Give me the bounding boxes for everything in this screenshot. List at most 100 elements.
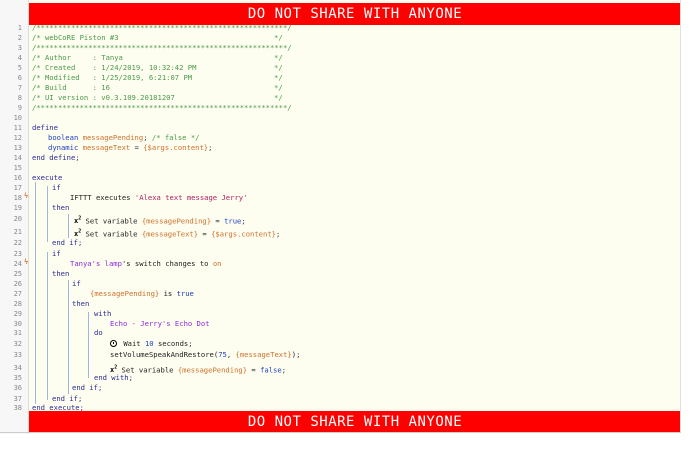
code-text: */ [274, 93, 283, 102]
line-number: 24 [13, 260, 22, 268]
string-literal: 'Alexa text message Jerry' [134, 193, 248, 202]
value-literal: false [260, 365, 282, 375]
line-number: 16 [13, 174, 22, 182]
code-text: */ [274, 33, 283, 42]
line-number: 32 [13, 340, 22, 348]
line-number: 2 [17, 34, 22, 42]
code-text: ; [208, 143, 213, 152]
code-line-1: /***************************************… [32, 23, 292, 32]
code-text: /* webCoRE Piston #3 [32, 33, 119, 42]
end-if-keyword: end if; [52, 238, 83, 247]
code-text: = [247, 365, 261, 375]
do-keyword: do [94, 328, 103, 337]
end-if-keyword: end if; [72, 383, 103, 392]
code-text: , [226, 350, 236, 359]
line-number: 23 [13, 250, 22, 258]
code-text: = [198, 229, 212, 239]
line-number: 21 [13, 228, 22, 236]
line-number: 25 [13, 270, 22, 278]
code-line-6: /* Modified : 1/25/2019, 6:21:07 PM */ [32, 73, 283, 83]
line-number: 7 [17, 84, 22, 92]
variable-name: {messageText} [141, 229, 199, 239]
line-number: 31 [13, 329, 22, 337]
code-text: Wait [119, 339, 145, 348]
line-number: 5 [17, 64, 22, 72]
condition-text: is [159, 289, 177, 298]
piston-viewer: DO NOT SHARE WITH ANYONE DO NOT SHARE WI… [0, 0, 690, 472]
line-number: 20 [13, 215, 22, 223]
code-line-20: x2 Set variable {messagePending} = true; [74, 214, 246, 226]
line-number: 35 [13, 374, 22, 382]
define-keyword: define [32, 123, 58, 132]
code-text: /* UI version : v0.3.109.20181207 [32, 93, 175, 102]
line-number: 6 [17, 74, 22, 82]
code-line-18: IFTTT executes 'Alexa text message Jerry… [70, 193, 247, 203]
then-block-guide [68, 214, 69, 238]
line-number: 1 [17, 24, 22, 32]
line-number: 27 [13, 290, 22, 298]
then-keyword: then [72, 299, 90, 308]
execute-guide [35, 182, 36, 404]
variable-name: {messagePending} [90, 289, 160, 298]
line-number: 18 [13, 194, 22, 202]
variable-name: {messageText} [235, 350, 292, 359]
code-line-21: x2 Set variable {messageText} = {$args.c… [74, 227, 280, 239]
code-text: */ [274, 53, 283, 62]
line-number: 8 [17, 94, 22, 102]
value-literal: on [212, 259, 222, 268]
end-execute-keyword: end execute; [32, 403, 84, 412]
code-text: = [130, 143, 144, 152]
line-number: 4 [17, 54, 22, 62]
trigger-lightning-icon: ϟ [24, 258, 29, 266]
code-text: Set variable [81, 229, 142, 239]
type-keyword: dynamic [48, 143, 79, 152]
comment: /* false */ [151, 133, 200, 142]
warning-banner-bottom: DO NOT SHARE WITH ANYONE [29, 411, 681, 433]
line-number: 36 [13, 384, 22, 392]
execute-keyword: execute [32, 173, 63, 182]
type-keyword: boolean [48, 133, 79, 142]
expression: {$args.content} [211, 229, 276, 239]
code-line-33: setVolumeSpeakAndRestore(75, {messageTex… [110, 350, 300, 360]
line-number: 3 [17, 44, 22, 52]
if-keyword: if [52, 183, 61, 192]
code-line-5: /* Created : 1/24/2019, 10:32:42 PM */ [32, 63, 283, 73]
code-text: */ [274, 73, 283, 82]
device-name: Tanya's lamp [70, 259, 122, 268]
clock-icon [110, 340, 117, 347]
line-number: 29 [13, 310, 22, 318]
expression: {$args.content} [143, 143, 209, 152]
line-number: 10 [13, 114, 22, 122]
code-text: */ [274, 63, 283, 72]
code-line-3: /***************************************… [32, 43, 292, 52]
code-line-34: x2 Set variable {messagePending} = false… [110, 363, 286, 375]
if-block-guide [68, 280, 69, 394]
code-text: ; [241, 216, 246, 226]
code-line-4: /* Author : Tanya */ [32, 53, 283, 63]
line-number: 33 [13, 351, 22, 359]
line-number: 34 [13, 364, 22, 372]
value-literal: true [176, 289, 194, 298]
code-text: /* Build : 16 [32, 83, 110, 92]
code-line-8: /* UI version : v0.3.109.20181207 */ [32, 93, 283, 103]
line-number: 11 [13, 124, 22, 132]
then-keyword: then [52, 203, 70, 212]
variable-name: {messagePending} [141, 216, 212, 226]
code-text: /* Modified : 1/25/2019, 6:21:07 PM [32, 73, 193, 82]
line-number: 15 [13, 164, 22, 172]
end-define-keyword: end define; [32, 153, 80, 162]
then-keyword: then [52, 269, 70, 278]
code-text: ; [281, 365, 287, 375]
line-number: 38 [13, 404, 22, 412]
code-text: ; [276, 229, 281, 239]
value-literal: true [224, 216, 242, 226]
condition-text: 's switch changes to [121, 259, 213, 268]
code-line-2: /* webCoRE Piston #3 */ [32, 33, 283, 43]
code-text: setVolumeSpeakAndRestore( [110, 350, 219, 359]
code-text: */ [274, 83, 283, 92]
line-number: 19 [13, 204, 22, 212]
variable-name: messagePending [82, 133, 144, 142]
code-line-27: {messagePending} is true [90, 289, 194, 299]
code-text: Set variable [81, 216, 142, 226]
trigger-lightning-icon: ϟ [24, 192, 29, 200]
